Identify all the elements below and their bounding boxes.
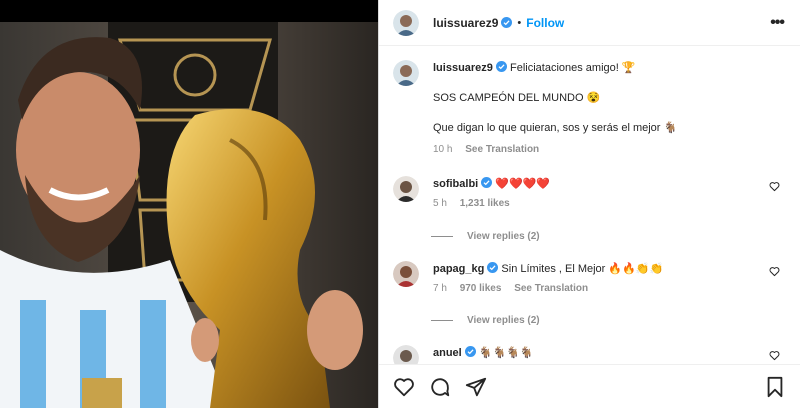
author-avatar[interactable] xyxy=(393,9,419,36)
view-replies-label: View replies (2) xyxy=(467,315,540,326)
comment-item: sofibalbi ❤️❤️❤️❤️ 5 h 1,231 likes xyxy=(393,176,780,212)
caption-time[interactable]: 10 h xyxy=(433,144,452,155)
view-replies-label: View replies (2) xyxy=(467,231,540,242)
share-icon[interactable] xyxy=(465,376,487,398)
comments-list[interactable]: luissuarez9 Feliciataciones amigo! 🏆 SOS… xyxy=(379,46,800,364)
comment-likes[interactable]: 970 likes xyxy=(460,283,502,294)
comment-item: anuel 🐐🐐🐐🐐 xyxy=(393,345,780,364)
comment-meta: 5 h 1,231 likes xyxy=(433,196,780,212)
commenter-username[interactable]: sofibalbi xyxy=(433,178,478,190)
commenter-avatar[interactable] xyxy=(393,345,419,364)
separator-dot: • xyxy=(517,16,522,29)
comment-item: papag_kg Sin Límites , El Mejor 🔥🔥👏👏 7 h… xyxy=(393,261,780,297)
post-header: luissuarez9 • Follow ••• xyxy=(379,0,800,46)
heart-icon[interactable] xyxy=(769,181,780,192)
commenter-avatar[interactable] xyxy=(393,176,419,202)
heart-icon[interactable] xyxy=(769,266,780,277)
author-username[interactable]: luissuarez9 xyxy=(433,16,498,30)
see-translation-button[interactable]: See Translation xyxy=(465,144,539,155)
comment-meta: 7 h 970 likes See Translation xyxy=(433,281,780,297)
post-actions-bar xyxy=(379,364,800,408)
comment-time[interactable]: 7 h xyxy=(433,283,447,294)
post-photo-art xyxy=(0,0,378,408)
comment-text: Sin Límites , El Mejor 🔥🔥👏👏 xyxy=(501,263,664,275)
caption-line-2: SOS CAMPEÓN DEL MUNDO 😵 xyxy=(433,92,601,104)
follow-button[interactable]: Follow xyxy=(526,16,564,30)
post-caption: luissuarez9 Feliciataciones amigo! 🏆 SOS… xyxy=(393,60,780,158)
post-side-panel: luissuarez9 • Follow ••• luissuarez9 Fel… xyxy=(378,0,800,408)
commenter-username[interactable]: anuel xyxy=(433,347,462,359)
caption-author-avatar[interactable] xyxy=(393,60,419,86)
comment-text: 🐐🐐🐐🐐 xyxy=(478,347,534,359)
post-photo[interactable] xyxy=(0,0,378,408)
bookmark-icon[interactable] xyxy=(764,376,786,398)
post-modal: luissuarez9 • Follow ••• luissuarez9 Fel… xyxy=(0,0,800,408)
comment-likes[interactable]: 1,231 likes xyxy=(460,198,510,209)
comment-time[interactable]: 5 h xyxy=(433,198,447,209)
see-translation-button[interactable]: See Translation xyxy=(514,283,588,294)
caption-line-3: Que digan lo que quieran, sos y serás el… xyxy=(433,122,678,134)
caption-username[interactable]: luissuarez9 xyxy=(433,62,493,74)
more-options-icon[interactable]: ••• xyxy=(770,14,785,32)
verified-badge-icon xyxy=(487,262,499,273)
verified-badge-icon xyxy=(464,346,476,357)
verified-badge-icon xyxy=(495,61,507,72)
comment-icon[interactable] xyxy=(429,376,451,398)
view-replies-line xyxy=(431,320,453,321)
commenter-avatar[interactable] xyxy=(393,261,419,287)
verified-badge-icon xyxy=(501,17,513,28)
view-replies-button[interactable]: View replies (2) xyxy=(431,315,540,326)
like-icon[interactable] xyxy=(393,376,415,398)
verified-badge-icon xyxy=(481,177,493,188)
caption-line-1: Feliciataciones amigo! 🏆 xyxy=(509,62,636,74)
heart-icon[interactable] xyxy=(769,350,780,361)
commenter-username[interactable]: papag_kg xyxy=(433,263,484,275)
view-replies-button[interactable]: View replies (2) xyxy=(431,231,540,242)
view-replies-line xyxy=(431,236,453,237)
comment-text: ❤️❤️❤️❤️ xyxy=(495,178,551,190)
caption-meta: 10 h See Translation xyxy=(433,142,677,158)
